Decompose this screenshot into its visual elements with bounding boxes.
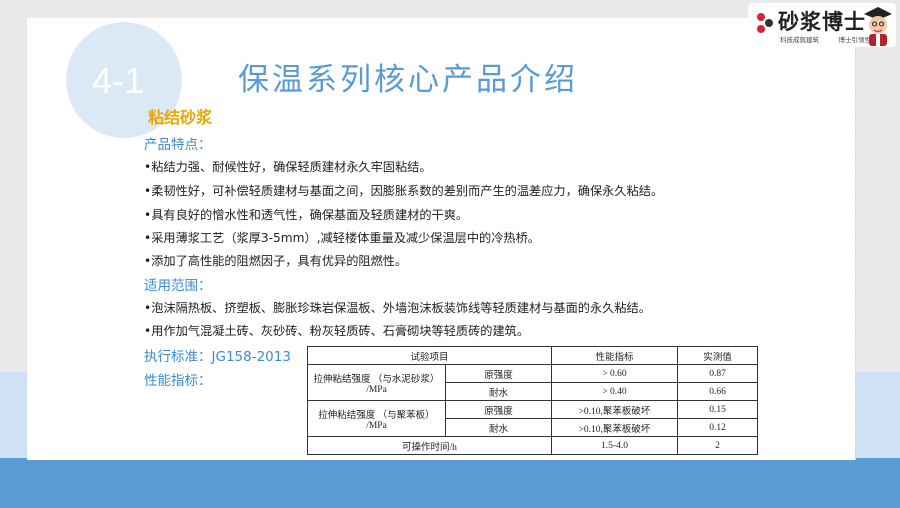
feature-line: •采用薄浆工艺（浆厚3-5mm）,减轻楼体重量及减少保温层中的冷热桥。 xyxy=(144,231,540,245)
feature-line: •具有良好的憎水性和透气性，确保基面及轻质建材的干爽。 xyxy=(144,208,469,222)
feature-line: •添加了高性能的阻燃因子，具有优异的阻燃性。 xyxy=(144,254,408,268)
doctor-mascot-icon xyxy=(864,7,892,46)
performance-heading: 性能指标： xyxy=(144,373,212,389)
table-cell: 0.87 xyxy=(677,364,758,383)
table-header: 实测值 xyxy=(677,346,758,365)
slide-edge xyxy=(855,18,857,460)
feature-line: •粘结力强、耐候性好，确保轻质建材永久牢固粘结。 xyxy=(144,160,432,174)
table-group-label-text: 拉伸粘结强度 （与水泥砂浆） xyxy=(313,374,440,385)
table-group-label-text: 拉伸粘结强度 （与聚苯板） xyxy=(318,410,435,421)
scope-line: •泡沫隔热板、挤塑板、膨胀珍珠岩保温板、外墙泡沫板装饰线等轻质建材与基面的永久粘… xyxy=(144,301,651,315)
table-cell: 耐水 xyxy=(445,418,552,437)
page-title: 保温系列核心产品介绍 xyxy=(238,62,578,98)
table-header: 试验项目 xyxy=(307,346,552,365)
table-group-label: 拉伸粘结强度 （与水泥砂浆） /MPa xyxy=(307,364,446,401)
table-group-label-unit: /MPa xyxy=(366,384,387,395)
table-cell: > 0.40 xyxy=(551,382,678,401)
table-group-label: 拉伸粘结强度 （与聚苯板） /MPa xyxy=(307,400,446,437)
table-cell: 0.66 xyxy=(677,382,758,401)
table-cell: 0.12 xyxy=(677,418,758,437)
table-cell: >0.10,聚苯板破坏 xyxy=(551,400,678,419)
standard-text: 执行标准：JG158-2013 xyxy=(144,349,291,365)
section-number: 4-1 xyxy=(92,60,145,101)
table-header: 性能指标 xyxy=(551,346,678,365)
table-cell: 可操作时间/h xyxy=(307,436,552,455)
table-header-row: 试验项目 性能指标 实测值 xyxy=(307,346,758,365)
background-band-dark xyxy=(0,458,900,508)
table-group-label-unit: /MPa xyxy=(366,420,387,431)
table-row: 拉伸粘结强度 （与水泥砂浆） /MPa 原强度 > 0.60 0.87 xyxy=(307,364,758,401)
brand-mark-icon xyxy=(757,13,773,33)
brand-logo: 砂浆博士 科技成就建筑 博士引领世界 xyxy=(748,3,896,47)
table-cell: 1.5-4.0 xyxy=(551,436,678,455)
table-cell: 2 xyxy=(677,436,758,455)
performance-table: 试验项目 性能指标 实测值 拉伸粘结强度 （与水泥砂浆） /MPa 原强度 > … xyxy=(307,346,758,455)
scope-line: •用作加气混凝土砖、灰砂砖、粉灰轻质砖、石膏砌块等轻质砖的建筑。 xyxy=(144,324,530,338)
feature-line: •柔韧性好，可补偿轻质建材与基面之间，因膨胀系数的差别而产生的温差应力，确保永久… xyxy=(144,184,664,198)
features-heading: 产品特点： xyxy=(144,137,212,153)
table-cell: >0.10,聚苯板破坏 xyxy=(551,418,678,437)
table-row: 拉伸粘结强度 （与聚苯板） /MPa 原强度 >0.10,聚苯板破坏 0.15 xyxy=(307,400,758,437)
table-row: 可操作时间/h 1.5-4.0 2 xyxy=(307,436,758,455)
table-cell: 原强度 xyxy=(445,400,552,419)
table-cell: 0.15 xyxy=(677,400,758,419)
table-cell: 耐水 xyxy=(445,382,552,401)
table-cell: > 0.60 xyxy=(551,364,678,383)
product-name: 粘结砂浆 xyxy=(148,108,213,127)
table-cell: 原强度 xyxy=(445,364,552,383)
scope-heading: 适用范围： xyxy=(144,278,212,294)
brand-name: 砂浆博士 xyxy=(778,10,866,34)
